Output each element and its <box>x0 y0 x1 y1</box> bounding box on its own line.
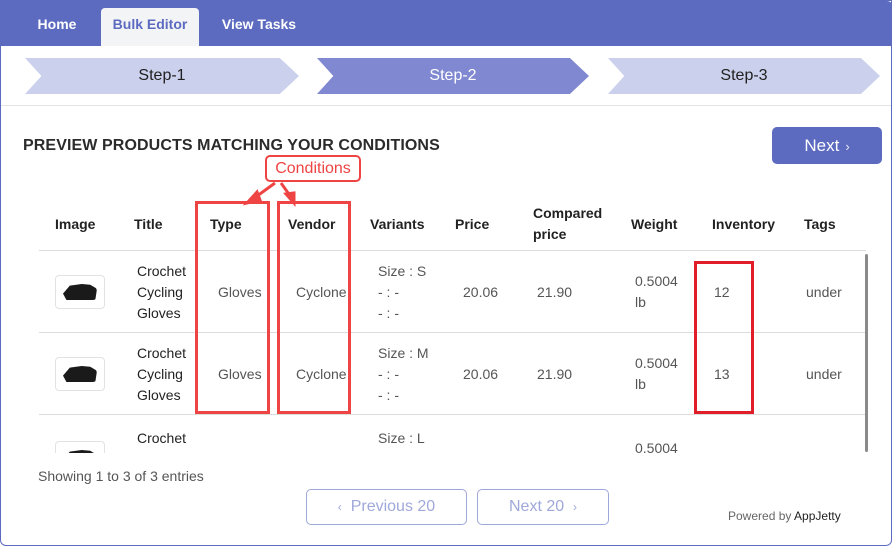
step-indicator: Step-1 Step-2 Step-3 <box>1 46 891 106</box>
gloves-thumbnail <box>55 441 105 453</box>
annotation-box-inventory <box>694 261 754 414</box>
cell-variants: Size : L <box>378 430 425 446</box>
next-20-label: Next 20 <box>508 498 565 515</box>
previous-20-button[interactable]: ‹ Previous 20 <box>306 489 467 525</box>
gloves-thumbnail <box>55 275 105 309</box>
column-header-title[interactable]: Title <box>134 197 163 251</box>
product-image[interactable] <box>55 333 105 415</box>
app-frame: Home Bulk Editor View Tasks Step-1 Step-… <box>0 0 892 546</box>
column-header-price[interactable]: Price <box>455 197 489 251</box>
gloves-image <box>63 450 97 453</box>
cell-tags: under <box>806 365 842 382</box>
cell-weight: 0.5004 lb <box>635 273 678 310</box>
chevron-right-icon: › <box>845 139 850 154</box>
entries-count: Showing 1 to 3 of 3 entries <box>38 468 204 484</box>
chevron-right-icon: › <box>573 500 578 514</box>
tab-view-tasks[interactable]: View Tasks <box>209 8 309 46</box>
variant-line: - : - <box>378 386 399 403</box>
appjetty-link[interactable]: AppJetty <box>794 509 841 523</box>
cell-compared-price: 21.90 <box>537 283 573 300</box>
variant-line: Size : S <box>378 262 427 279</box>
column-header-tags[interactable]: Tags <box>804 197 836 251</box>
gloves-image <box>63 366 97 382</box>
next-button-label: Next <box>804 136 840 155</box>
tab-bulk-editor[interactable]: Bulk Editor <box>101 8 199 46</box>
tab-home[interactable]: Home <box>23 8 91 46</box>
variant-line: - : - <box>378 304 399 321</box>
table-row[interactable]: Crochet Size : L 0.5004 <box>39 415 866 453</box>
cell-title: Crochet Cycling Gloves <box>137 344 187 403</box>
column-header-inventory[interactable]: Inventory <box>712 197 775 251</box>
cell-weight: 0.5004 <box>635 440 678 453</box>
column-header-weight[interactable]: Weight <box>631 197 677 251</box>
powered-by-prefix: Powered by <box>728 509 792 523</box>
cell-price: 20.06 <box>463 365 499 382</box>
conditions-callout: Conditions <box>265 155 361 182</box>
previous-20-label: Previous 20 <box>350 498 436 515</box>
product-image[interactable] <box>55 415 105 453</box>
annotation-box-type <box>195 201 270 414</box>
variant-line: - : - <box>378 283 399 300</box>
column-header-image[interactable]: Image <box>55 197 95 251</box>
top-nav: Home Bulk Editor View Tasks <box>1 1 891 46</box>
product-image[interactable] <box>55 251 105 333</box>
cell-title: Crochet Cycling Gloves <box>137 262 187 321</box>
next-button[interactable]: Next › <box>772 127 882 164</box>
cell-weight: 0.5004 lb <box>635 355 678 392</box>
column-header-variants[interactable]: Variants <box>370 197 424 251</box>
powered-by: Powered by AppJetty <box>728 509 841 523</box>
cell-compared-price: 21.90 <box>537 365 573 382</box>
step-2[interactable]: Step-2 <box>317 58 589 94</box>
gloves-image <box>63 284 97 300</box>
step-1[interactable]: Step-1 <box>25 58 299 94</box>
page-title: PREVIEW PRODUCTS MATCHING YOUR CONDITION… <box>23 137 440 154</box>
table-scrollbar[interactable] <box>865 254 868 452</box>
column-header-compared-price[interactable]: Compared price <box>533 197 613 251</box>
cell-variants: Size : S - : - - : - <box>378 251 426 333</box>
cell-price: 20.06 <box>463 283 499 300</box>
chevron-left-icon: ‹ <box>337 500 342 514</box>
table-header: Image Title Type Vendor Variants Price C… <box>39 197 866 251</box>
step-3[interactable]: Step-3 <box>608 58 880 94</box>
gloves-thumbnail <box>55 357 105 391</box>
arrow-to-vendor <box>279 182 293 198</box>
variant-line: Size : M <box>378 344 429 361</box>
cell-tags: under <box>806 283 842 300</box>
cell-title: Crochet <box>137 430 187 446</box>
cell-variants: Size : M - : - - : - <box>378 333 429 415</box>
variant-line: - : - <box>378 365 399 382</box>
next-20-button[interactable]: Next 20 › <box>477 489 609 525</box>
annotation-box-vendor <box>277 201 351 414</box>
